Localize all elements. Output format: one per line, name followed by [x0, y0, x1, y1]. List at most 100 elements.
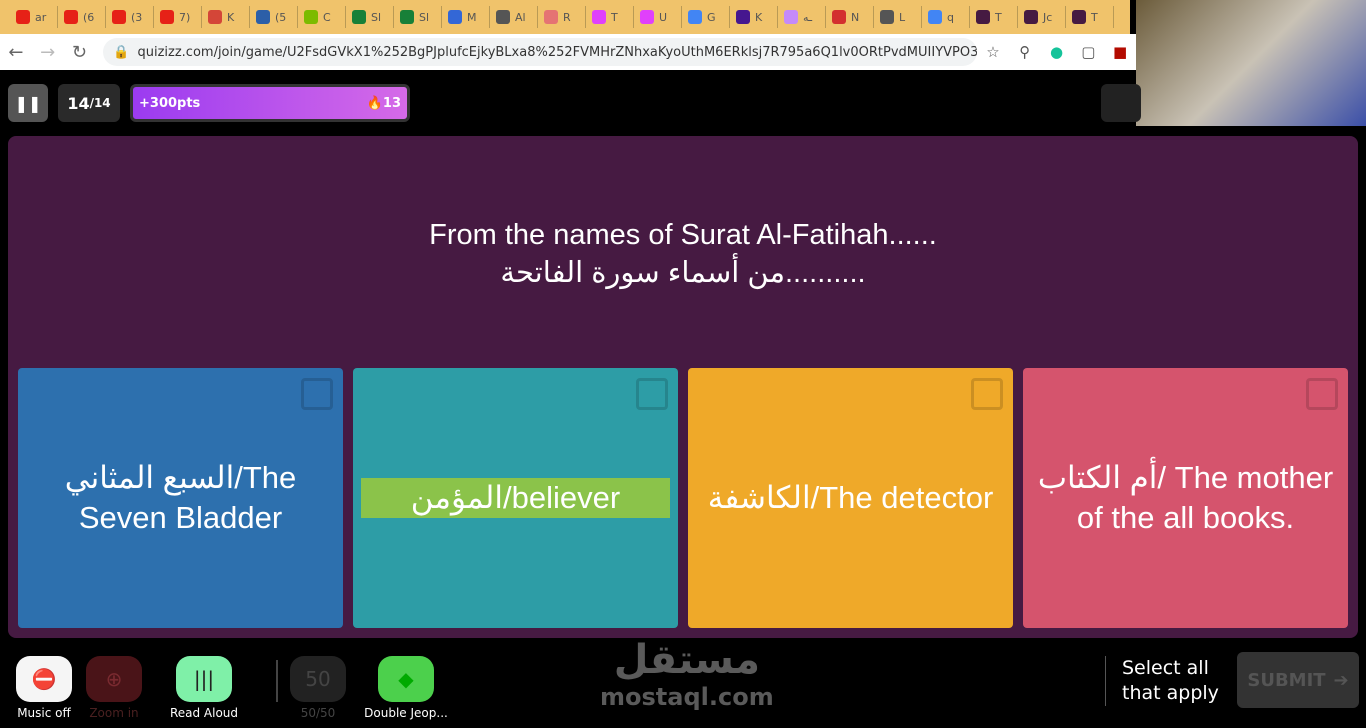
question-counter: 14/14: [58, 84, 120, 122]
tab-label: T: [995, 10, 1002, 24]
favicon-icon: [928, 10, 942, 24]
menu-button[interactable]: [1101, 84, 1141, 122]
question-panel: From the names of Surat Al-Fatihah......…: [8, 136, 1358, 638]
tab-label: K: [227, 10, 235, 24]
favicon-icon: [544, 10, 558, 24]
zoom-in-icon: ⊕: [86, 656, 142, 702]
browser-tab[interactable]: (3: [106, 6, 154, 28]
favicon-icon: [160, 10, 174, 24]
tab-label: ـه: [803, 10, 813, 24]
divider: [276, 660, 278, 702]
favicon-icon: [880, 10, 894, 24]
browser-tab[interactable]: G: [682, 6, 730, 28]
tab-label: (3: [131, 10, 143, 24]
answer-option[interactable]: أم الكتاب/ The mother of the all books.: [1023, 368, 1348, 628]
browser-tab[interactable]: C: [298, 6, 346, 28]
question-arabic: من أسماء سورة الفاتحة..........: [500, 257, 866, 289]
powerup-button[interactable]: ⊕ Zoom in: [69, 656, 159, 720]
powerup-label: 50/50: [300, 706, 336, 720]
streak-count: 13: [382, 95, 401, 111]
submit-button[interactable]: SUBMIT ➔: [1237, 652, 1359, 708]
favicon-icon: [496, 10, 510, 24]
answer-option[interactable]: المؤمن/believer: [353, 368, 678, 628]
answer-option[interactable]: السبع المثاني/The Seven Bladder: [18, 368, 343, 628]
browser-tab[interactable]: R: [538, 6, 586, 28]
tab-label: (6: [83, 10, 95, 24]
search-extension-icon[interactable]: ⚲: [1009, 43, 1041, 61]
browser-tab[interactable]: T: [586, 6, 634, 28]
browser-tab[interactable]: ar: [10, 6, 58, 28]
tab-label: C: [323, 10, 331, 24]
favicon-icon: [448, 10, 462, 24]
webcam-overlay: [1136, 0, 1366, 126]
browser-tab[interactable]: (5: [250, 6, 298, 28]
checkbox[interactable]: [636, 378, 668, 410]
favicon-icon: [640, 10, 654, 24]
favicon-icon: [16, 10, 30, 24]
favicon-icon: [592, 10, 606, 24]
browser-tab[interactable]: K: [202, 6, 250, 28]
favicon-icon: [64, 10, 78, 24]
total-questions: /14: [89, 96, 111, 110]
arrow-right-icon: ➔: [1333, 669, 1349, 691]
pdf-icon[interactable]: ■: [1104, 43, 1136, 61]
star-icon[interactable]: ☆: [977, 43, 1009, 61]
streak-icon: 🔥: [366, 95, 383, 111]
powerup-label: Music off: [17, 706, 71, 720]
tab-label: G: [707, 10, 716, 24]
tab-label: M: [467, 10, 477, 24]
tab-label: (5: [275, 10, 287, 24]
answer-option[interactable]: الكاشفة/The detector: [688, 368, 1013, 628]
browser-tab[interactable]: (6: [58, 6, 106, 28]
pause-button[interactable]: ❚❚: [8, 84, 48, 122]
url-input[interactable]: 🔒 quizizz.com/join/game/U2FsdGVkX1%252BgP…: [103, 38, 978, 66]
favicon-icon: [304, 10, 318, 24]
answer-label: المؤمن/believer: [361, 478, 670, 518]
tab-label: Jc: [1043, 10, 1053, 24]
powerup-button[interactable]: ◆ Double Jeop...: [361, 656, 451, 720]
tab-label: 7): [179, 10, 191, 24]
current-question: 14: [67, 93, 90, 113]
pause-icon: ❚❚: [14, 93, 42, 113]
grammarly-icon[interactable]: ●: [1041, 43, 1073, 61]
tab-label: L: [899, 10, 906, 24]
forward-icon[interactable]: →: [32, 42, 64, 63]
fifty-fifty-icon: 50: [290, 656, 346, 702]
favicon-icon: [976, 10, 990, 24]
back-icon[interactable]: ←: [0, 42, 32, 63]
bookmark-tabs: ar (6 (3 7) K (5 C Sl Sl M Al R T U G K ـه N Lq T Jc T: [0, 0, 1130, 34]
checkbox[interactable]: [1306, 378, 1338, 410]
tab-label: N: [851, 10, 860, 24]
browser-tab[interactable]: T: [970, 6, 1018, 28]
powerup-button[interactable]: ||| Read Aloud: [159, 656, 249, 720]
browser-tab[interactable]: K: [730, 6, 778, 28]
points-bar: +300pts 🔥13: [130, 84, 410, 122]
browser-tab[interactable]: ـه: [778, 6, 826, 28]
reload-icon[interactable]: ↻: [64, 42, 96, 63]
powerup-button[interactable]: 50 50/50: [273, 656, 363, 720]
browser-tab[interactable]: Jc: [1018, 6, 1066, 28]
browser-tab[interactable]: 7): [154, 6, 202, 28]
powerup-label: Zoom in: [89, 706, 139, 720]
browser-tab[interactable]: Sl: [346, 6, 394, 28]
favicon-icon: [256, 10, 270, 24]
checkbox[interactable]: [971, 378, 1003, 410]
tab-label: Sl: [371, 10, 382, 24]
url-text: quizizz.com/join/game/U2FsdGVkX1%252BgPJ…: [137, 44, 978, 60]
tab-label: T: [611, 10, 618, 24]
browser-tab[interactable]: T: [1066, 6, 1114, 28]
browser-tab[interactable]: Sl: [394, 6, 442, 28]
browser-tab[interactable]: N: [826, 6, 874, 28]
watermark-ar: مستقل: [613, 637, 760, 683]
browser-tab[interactable]: q: [922, 6, 970, 28]
favicon-icon: [832, 10, 846, 24]
browser-tab[interactable]: U: [634, 6, 682, 28]
watermark-en: mostaql.com: [600, 683, 774, 711]
browser-tab[interactable]: L: [874, 6, 922, 28]
question-text: From the names of Surat Al-Fatihah......…: [8, 216, 1358, 292]
browser-tab[interactable]: M: [442, 6, 490, 28]
browser-tab[interactable]: Al: [490, 6, 538, 28]
favicon-icon: [208, 10, 222, 24]
checkbox[interactable]: [301, 378, 333, 410]
extension-icon[interactable]: ▢: [1072, 43, 1104, 61]
